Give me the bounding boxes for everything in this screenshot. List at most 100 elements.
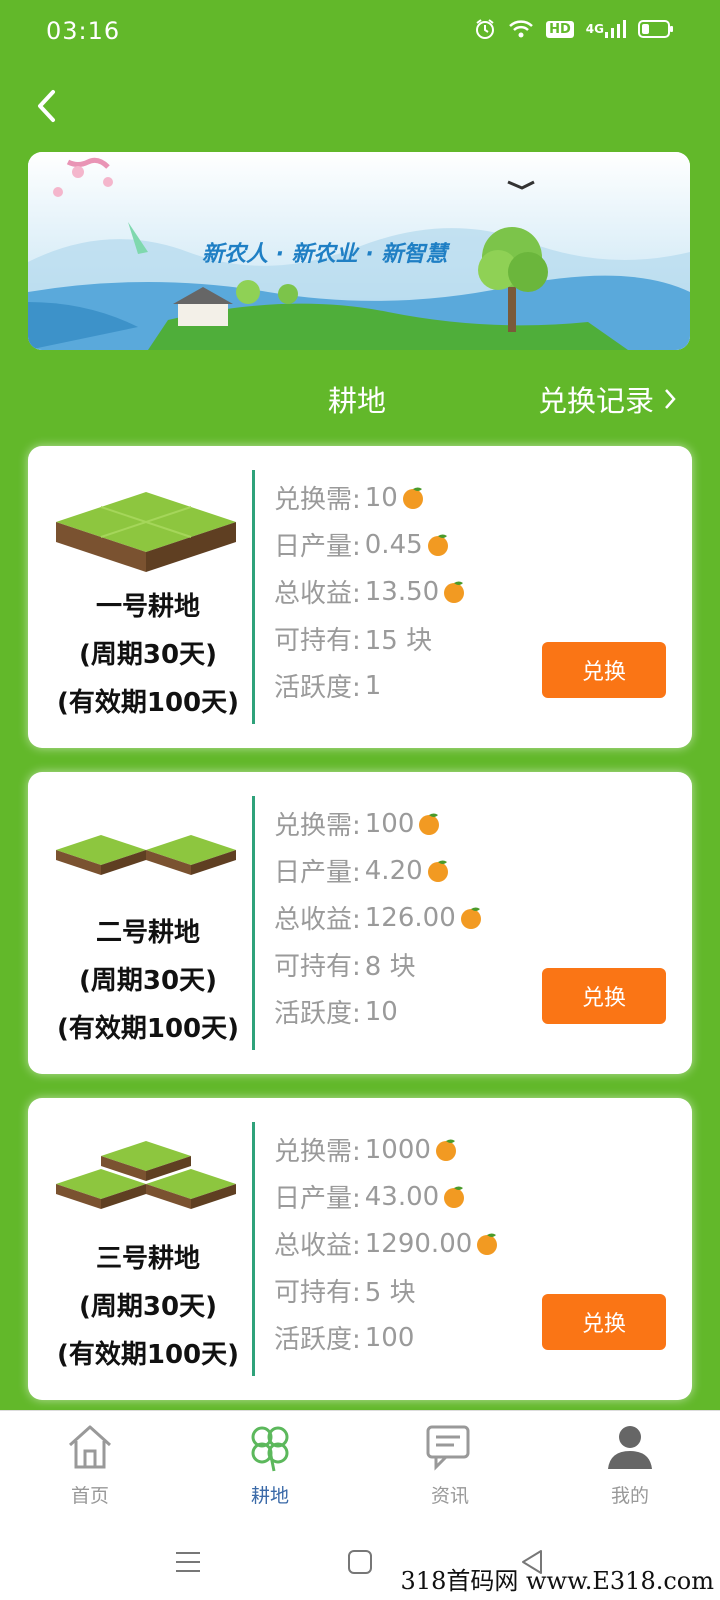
orange-coin-icon [477,1233,498,1255]
chevron-left-icon [38,90,55,122]
holdable-label: 可持有: [274,626,361,656]
system-nav-bar: 318首码网 www.E318.com [0,1522,720,1600]
daily-output-label: 日产量: [274,858,361,888]
status-time: 03:16 [46,17,121,45]
clover-icon [251,1426,289,1472]
orange-coin-icon [460,907,481,929]
farmland-card-2: 二号耕地 (周期30天) (有效期100天) 兑换需: 100 日产量: 4.20 … [28,772,692,1074]
exchange-button[interactable]: 兑换 [542,642,666,698]
cost-label: 兑换需: [274,811,361,841]
holdable-row: 可持有: 5 块 [274,1267,500,1314]
farmland-details: 兑换需: 10 日产量: 0.45 总收益: 13.50 可持有: 15 块 活跃度: 1 [274,474,467,709]
activity-label: 活跃度: [274,673,361,703]
cost-value: 100 [364,808,415,839]
network-label: 4G [585,22,604,36]
nav-item-mine[interactable]: 我的 [570,1421,690,1517]
activity-value: 10 [364,996,398,1027]
holdable-value: 5 块 [364,1278,416,1308]
holdable-row: 可持有: 8 块 [274,941,484,988]
battery-icon [638,19,674,39]
alarm-icon [474,18,496,40]
nav-label-news: 资讯 [430,1485,469,1507]
farmland-name: 三号耕地 [95,1244,200,1274]
farmland-plot-image [56,492,236,572]
daily-output-row: 日产量: 43.00 [274,1173,500,1220]
home-system-button[interactable] [338,1540,382,1584]
farmland-validity: (有效期100天) [56,688,240,718]
activity-label: 活跃度: [274,1325,361,1355]
farmland-card-3: 三号耕地 (周期30天) (有效期100天) 兑换需: 1000 日产量: 43.0… [28,1098,692,1400]
nav-label-farmland: 耕地 [250,1485,289,1507]
farmland-summary: 一号耕地 (周期30天) (有效期100天) [28,446,252,748]
hd-icon: HD [546,20,574,38]
chat-icon [426,1425,470,1471]
activity-value: 1 [364,670,382,701]
total-income-row: 总收益: 13.50 [274,568,467,615]
farmland-summary: 三号耕地 (周期30天) (有效期100天) [28,1098,252,1400]
banner-slogan: 新农人 · 新农业 · 新智慧 [202,242,448,267]
status-icons: HD 4G [474,18,674,40]
farmland-period: (周期30天) [79,640,217,670]
card-divider [252,1122,255,1376]
cost-label: 兑换需: [274,1137,361,1167]
total-income-row: 总收益: 126.00 [274,894,484,941]
home-icon [68,1425,112,1469]
cost-row: 兑换需: 10 [274,474,467,521]
signal-4g-icon: 4G [586,19,626,39]
activity-value: 100 [364,1322,415,1353]
total-income-label: 总收益: [274,1231,361,1261]
holdable-label: 可持有: [274,1278,361,1308]
page-tabs: 耕地 兑换记录 [0,372,720,424]
orange-coin-icon [419,813,440,835]
activity-row: 活跃度: 1 [274,662,467,709]
farmland-period: (周期30天) [79,966,217,996]
orange-coin-icon [427,860,448,882]
nav-item-farmland[interactable]: 耕地 [210,1421,330,1517]
farmland-plot-image [56,835,236,875]
watermark-text: 318首码网 www.E318.com [400,1567,714,1595]
square-icon [348,1550,372,1574]
farmland-name: 一号耕地 [95,592,200,622]
farmland-summary: 二号耕地 (周期30天) (有效期100天) [28,772,252,1074]
total-income-value: 126.00 [364,902,456,933]
chevron-right-icon [665,389,676,409]
total-income-row: 总收益: 1290.00 [274,1220,500,1267]
exchange-records-label: 兑换记录 [538,384,655,418]
orange-coin-icon [427,534,448,556]
nav-item-news[interactable]: 资讯 [390,1421,510,1517]
daily-output-row: 日产量: 0.45 [274,521,467,568]
bottom-nav: 首页 耕地 资讯 我的 [0,1410,720,1522]
tab-farmland[interactable]: 耕地 [328,378,386,420]
cost-value: 10 [364,482,398,513]
daily-output-value: 0.45 [364,529,423,560]
menu-button[interactable] [166,1540,210,1584]
daily-output-row: 日产量: 4.20 [274,847,484,894]
orange-coin-icon [435,1139,456,1161]
farmland-details: 兑换需: 100 日产量: 4.20 总收益: 126.00 可持有: 8 块 活跃度:… [274,800,484,1035]
exchange-button[interactable]: 兑换 [542,968,666,1024]
farmland-card-1: 一号耕地 (周期30天) (有效期100天) 兑换需: 10 日产量: 0.45 总… [28,446,692,748]
exchange-button[interactable]: 兑换 [542,1294,666,1350]
total-income-value: 1290.00 [364,1228,473,1259]
wifi-icon [508,19,534,39]
nav-label-mine: 我的 [610,1485,649,1507]
cost-value: 1000 [364,1134,431,1165]
exchange-records-link[interactable]: 兑换记录 [538,378,676,420]
back-button[interactable] [28,86,64,126]
farmland-period: (周期30天) [79,1292,217,1322]
total-income-value: 13.50 [364,576,440,607]
promo-banner[interactable]: 新农人 · 新农业 · 新智慧 [28,152,690,350]
status-bar: 03:16 HD 4G [0,0,720,64]
orange-coin-icon [444,581,465,603]
cost-label: 兑换需: [274,485,361,515]
farmland-details: 兑换需: 1000 日产量: 43.00 总收益: 1290.00 可持有: 5 块 活… [274,1126,500,1361]
user-icon [608,1426,652,1469]
card-divider [252,796,255,1050]
cost-row: 兑换需: 100 [274,800,484,847]
holdable-value: 8 块 [364,952,416,982]
daily-output-label: 日产量: [274,532,361,562]
card-divider [252,470,255,724]
orange-coin-icon [444,1186,465,1208]
activity-row: 活跃度: 100 [274,1314,500,1361]
nav-item-home[interactable]: 首页 [30,1421,150,1517]
